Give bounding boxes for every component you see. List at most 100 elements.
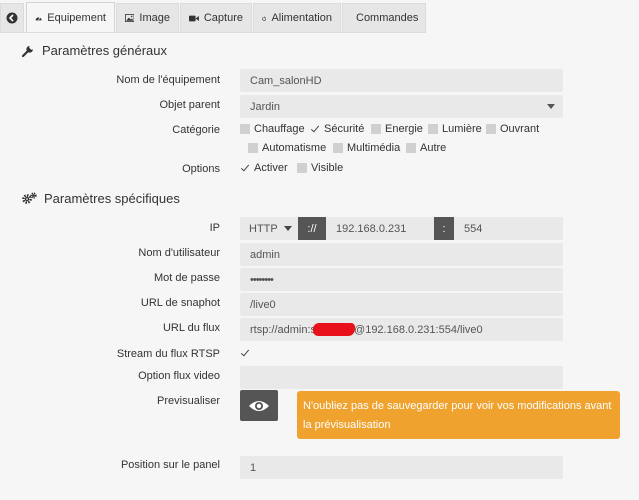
checkbox[interactable] [333,143,343,153]
tab-image[interactable]: Image [116,3,179,32]
tab-label: Alimentation [271,12,332,24]
parent-object-label: Objet parent [159,99,220,111]
checkbox[interactable] [297,163,307,173]
redaction-mark [313,323,356,336]
checkbox[interactable] [371,124,381,134]
equipment-name-label: Nom de l'équipement [116,74,220,86]
protocol-value: HTTP [249,222,278,235]
parent-object-select[interactable]: Jardin [240,95,563,118]
power-icon [262,15,267,21]
cogs-icon [22,192,37,204]
category-lumiere[interactable]: Lumière [428,123,482,135]
checkbox-checked[interactable] [240,163,250,173]
tab-equipement[interactable]: Equipement [26,2,115,33]
video-camera-icon [189,15,199,21]
tab-capture[interactable]: Capture [180,3,252,32]
section-title-text: Paramètres spécifiques [44,191,180,206]
tab-label: Capture [203,12,243,24]
general-section-title: Paramètres généraux [22,43,167,58]
wrench-icon [22,46,33,57]
video-option-label: Option flux video [138,370,220,382]
port-separator: : [434,217,454,240]
category-label-text: Chauffage [254,123,305,135]
password-label: Mot de passe [153,272,220,284]
category-label-text: Lumière [442,123,482,135]
tab-alimentation[interactable]: Alimentation [253,3,341,32]
username-value: admin [250,248,280,261]
tab-label: Commandes [356,12,419,24]
category-ouvrant[interactable]: Ouvrant [486,123,539,135]
checkbox-checked[interactable] [240,348,250,358]
preview-button[interactable] [240,390,278,421]
snapshot-url-value: /live0 [250,298,276,311]
category-automatisme[interactable]: Automatisme [248,142,326,154]
rtsp-stream-checkbox[interactable] [240,348,254,358]
category-autre[interactable]: Autre [406,142,446,154]
tab-divider [0,32,426,33]
equipment-name-value: Cam_salonHD [250,74,322,87]
eye-icon [249,400,269,411]
panel-position-input[interactable]: 1 [240,456,563,479]
category-label-text: Energie [385,123,423,135]
tachometer-icon [35,16,42,21]
stream-url-prefix: rtsp://admin:s [250,323,317,336]
arrow-circle-left-icon [6,12,18,24]
protocol-separator: :// [298,217,326,240]
specific-section-title: Paramètres spécifiques [22,191,180,206]
ip-label: IP [209,222,220,234]
save-reminder-alert: N'oubliez pas de sauvegarder pour voir v… [297,391,620,439]
ip-address-value: 192.168.0.231 [336,222,407,235]
category-label-text: Ouvrant [500,123,540,135]
option-label-text: Activer [254,162,288,174]
category-securite[interactable]: Sécurité [310,123,364,135]
chevron-down-icon [547,104,555,109]
password-value: •••••••• [250,273,274,286]
snapshot-url-input[interactable]: /live0 [240,293,563,316]
tab-commandes[interactable]: Commandes [342,3,426,32]
category-label-text: Sécurité [324,123,365,135]
options-label: Options [182,163,220,175]
panel-position-value: 1 [250,461,257,474]
caret-down-icon [284,226,292,231]
option-label-text: Visible [311,162,344,174]
option-visible[interactable]: Visible [297,162,343,174]
protocol-select[interactable]: HTTP [240,217,298,240]
port-input[interactable]: 554 [454,217,563,240]
checkbox[interactable] [428,124,438,134]
checkbox[interactable] [406,143,416,153]
option-activer[interactable]: Activer [240,162,288,174]
ip-address-input[interactable]: 192.168.0.231 [326,217,432,240]
username-input[interactable]: admin [240,243,563,266]
preview-label: Previsualiser [157,395,220,407]
category-chauffage[interactable]: Chauffage [240,123,305,135]
parent-object-value: Jardin [250,100,280,113]
category-label: Catégorie [172,124,220,136]
checkbox[interactable] [486,124,496,134]
equipment-name-input[interactable]: Cam_salonHD [240,69,563,92]
port-value: 554 [464,222,483,235]
video-option-input[interactable] [240,366,563,389]
password-input[interactable]: •••••••• [240,268,563,291]
category-energie[interactable]: Energie [371,123,423,135]
rtsp-stream-label: Stream du flux RTSP [116,348,220,360]
category-label-text: Autre [420,142,447,154]
tab-label: Equipement [47,12,106,24]
tab-bar: Equipement Image Capture Alimentation Co… [0,0,426,34]
category-label-text: Multimédia [347,142,401,154]
back-button[interactable] [0,3,24,32]
username-label: Nom d'utilisateur [138,247,220,259]
checkbox[interactable] [240,124,250,134]
section-title-text: Paramètres généraux [42,43,168,58]
stream-url-label: URL du flux [162,322,220,334]
stream-url-suffix: @192.168.0.231:554/live0 [354,323,483,336]
category-multimedia[interactable]: Multimédia [333,142,400,154]
stream-url-input[interactable]: rtsp://admin:s @192.168.0.231:554/live0 [240,318,563,341]
image-icon [125,14,135,22]
checkbox-checked[interactable] [310,124,320,134]
tab-label: Image [139,12,170,24]
category-label-text: Automatisme [262,142,327,154]
checkbox[interactable] [248,143,258,153]
panel-position-label: Position sur le panel [120,459,220,471]
ip-input-group: HTTP :// 192.168.0.231 : 554 [240,217,563,240]
snapshot-url-label: URL de snaphot [140,297,220,309]
